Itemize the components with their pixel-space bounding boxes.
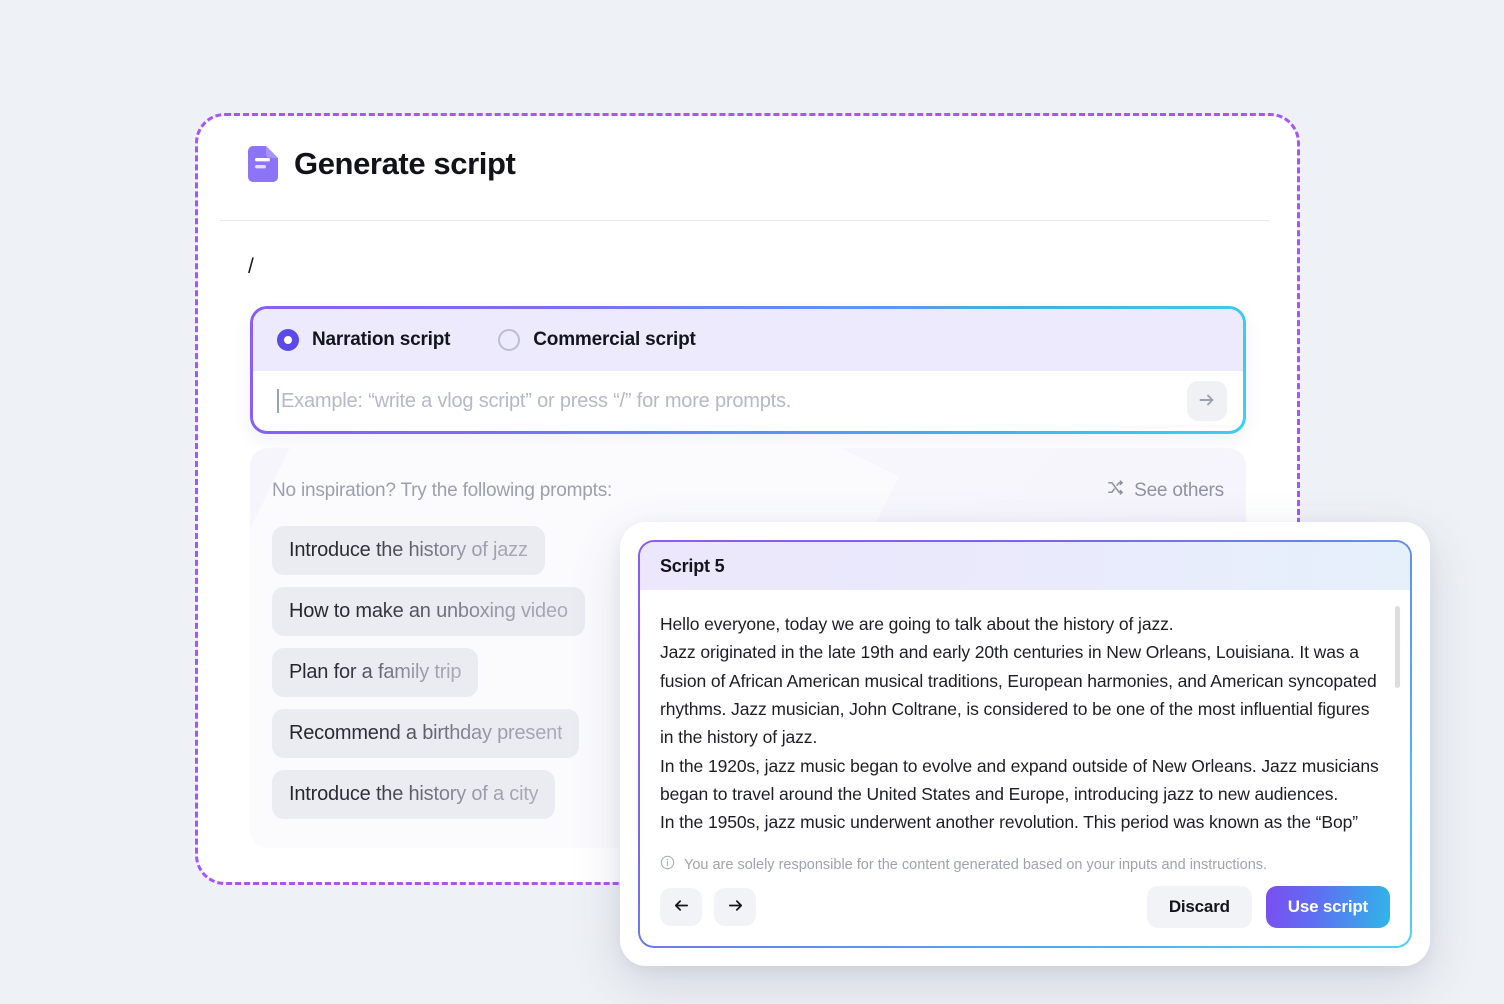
prompt-input-block: Narration script Commercial script [250, 306, 1246, 434]
card-header: Generate script [248, 146, 515, 182]
slash-indicator: / [248, 256, 254, 277]
radio-narration-icon[interactable] [277, 329, 299, 351]
prompt-chip[interactable]: Introduce the history of a city [272, 770, 555, 819]
info-icon [660, 855, 675, 874]
text-caret [277, 389, 279, 413]
script-disclaimer: You are solely responsible for the conte… [640, 849, 1410, 874]
prompt-chip-label: Introduce the history of jazz [289, 539, 528, 562]
prompt-chip-list: Introduce the history of jazz How to mak… [272, 526, 585, 819]
arrow-right-icon [726, 896, 745, 918]
header-divider [220, 220, 1270, 221]
script-title-bar: Script 5 [640, 542, 1410, 590]
script-action-group: Discard Use script [1147, 886, 1390, 928]
script-body: Hello everyone, today we are going to ta… [640, 590, 1410, 849]
prompt-chip[interactable]: Plan for a family trip [272, 648, 478, 697]
mode-label-commercial: Commercial script [533, 329, 695, 351]
prompt-row [253, 371, 1243, 431]
prompt-chip-label: Introduce the history of a city [289, 783, 538, 806]
see-others-button[interactable]: See others [1106, 478, 1224, 503]
prompt-input[interactable] [281, 390, 1187, 413]
script-result-window: Script 5 Hello everyone, today we are go… [620, 522, 1430, 966]
mode-option-narration[interactable]: Narration script [277, 329, 450, 351]
arrow-left-icon [672, 896, 691, 918]
shuffle-icon [1106, 478, 1125, 503]
script-mode-radio-group: Narration script Commercial script [253, 309, 1243, 371]
script-footer: Discard Use script [640, 874, 1410, 946]
script-nav-group [660, 888, 756, 926]
prompt-chip[interactable]: Recommend a birthday present [272, 709, 579, 758]
mode-option-commercial[interactable]: Commercial script [498, 329, 695, 351]
prompt-chip-label: How to make an unboxing video [289, 600, 568, 623]
mode-label-narration: Narration script [312, 329, 450, 351]
radio-commercial-icon[interactable] [498, 329, 520, 351]
script-text: Hello everyone, today we are going to ta… [660, 610, 1384, 837]
prompt-chip[interactable]: How to make an unboxing video [272, 587, 585, 636]
previous-script-button[interactable] [660, 888, 702, 926]
prompt-chip-label: Plan for a family trip [289, 661, 461, 684]
discard-button[interactable]: Discard [1147, 886, 1252, 928]
script-scrollbar[interactable] [1395, 606, 1400, 796]
prompts-hint-label: No inspiration? Try the following prompt… [272, 480, 612, 502]
script-disclaimer-text: You are solely responsible for the conte… [684, 857, 1267, 873]
document-icon [248, 146, 278, 182]
submit-prompt-button[interactable] [1187, 381, 1227, 421]
script-scrollbar-thumb[interactable] [1395, 606, 1400, 688]
prompt-chip[interactable]: Introduce the history of jazz [272, 526, 545, 575]
use-script-button[interactable]: Use script [1266, 886, 1390, 928]
see-others-label: See others [1134, 480, 1224, 502]
next-script-button[interactable] [714, 888, 756, 926]
script-title: Script 5 [660, 556, 724, 577]
arrow-right-icon [1197, 390, 1217, 413]
prompts-header: No inspiration? Try the following prompt… [272, 478, 1224, 503]
page-title: Generate script [294, 146, 515, 182]
prompt-chip-label: Recommend a birthday present [289, 722, 562, 745]
